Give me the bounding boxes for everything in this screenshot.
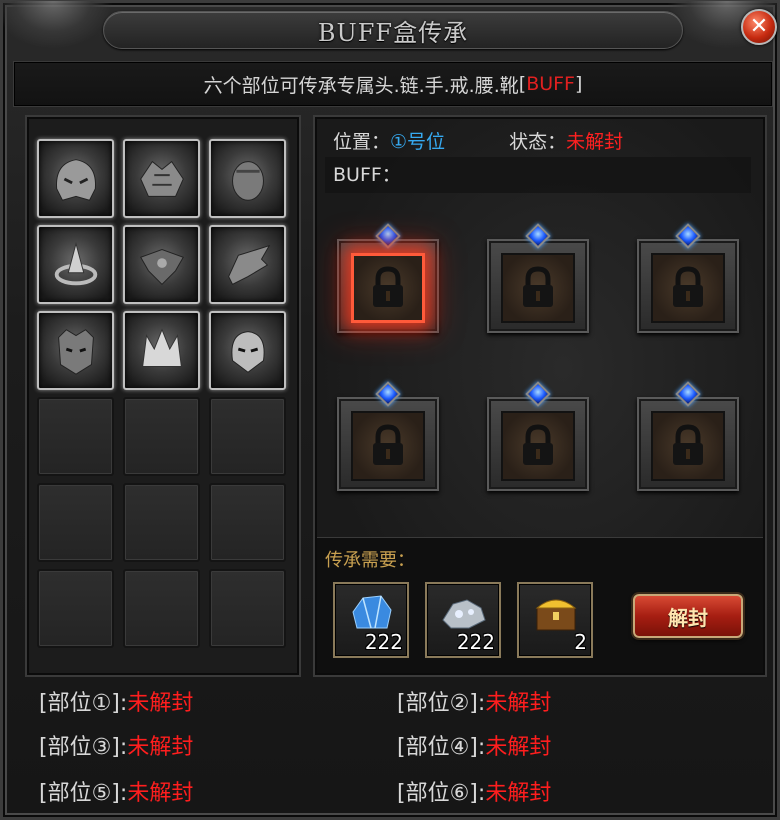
buff-row: BUFF：	[325, 157, 751, 193]
unlock-button[interactable]: 解封	[633, 594, 743, 638]
status-item-5: [部位⑤]:未解封	[39, 775, 193, 807]
status-label: [部位⑥]:	[397, 781, 486, 806]
detail-panel: 位置： ①号位 状态： 未解封 BUFF： 传承需要： 222 222 2 解封	[313, 115, 767, 677]
info-row: 位置： ①号位 状态： 未解封	[333, 123, 753, 157]
status-value: 未解封	[566, 130, 624, 153]
bracer-icon	[231, 160, 264, 201]
position-value: ①号位	[390, 130, 446, 153]
equip-slot-empty[interactable]	[209, 569, 286, 648]
status-value: 未解封	[127, 691, 194, 716]
banner-buff: BUFF	[526, 73, 575, 95]
description-banner: 六个部位可传承专属头.链.手.戒.腰.靴 [ BUFF ]	[13, 61, 773, 107]
mask-icon	[57, 328, 94, 375]
window-title: BUFF盒传承	[317, 18, 469, 47]
equip-slot-bracer[interactable]	[209, 139, 286, 218]
lock-slot-1[interactable]	[337, 223, 439, 333]
equip-slot-empty[interactable]	[209, 483, 286, 562]
ornament-left	[0, 1, 113, 49]
blue-crystal-icon	[352, 595, 392, 629]
status-item-4: [部位④]:未解封	[397, 729, 551, 761]
close-icon: ✕	[749, 14, 769, 39]
equip-slot-belt[interactable]	[123, 225, 200, 304]
lock-slot-2[interactable]	[487, 223, 589, 333]
banner-text: 六个部位可传承专属头.链.手.戒.腰.靴	[203, 74, 519, 97]
req-count: 222	[456, 630, 495, 654]
ring-icon	[54, 241, 97, 285]
status-label: [部位④]:	[397, 735, 486, 760]
lock-inner	[351, 253, 425, 323]
status-value: 未解封	[485, 691, 552, 716]
equipment-grid	[37, 139, 286, 648]
buff-label: BUFF：	[333, 164, 401, 186]
belt-icon	[139, 248, 184, 285]
req-count: 222	[364, 630, 403, 654]
lock-slot-5[interactable]	[487, 381, 589, 491]
close-button[interactable]: ✕	[741, 9, 777, 45]
banner-bracket-close: ]	[575, 73, 583, 95]
treasure-chest-icon	[535, 599, 577, 631]
buff-box-window: BUFF盒传承 ✕ 六个部位可传承专属头.链.手.戒.腰.靴 [ BUFF ]	[0, 0, 780, 820]
lock-inner	[651, 411, 725, 481]
equip-slot-helmet[interactable]	[37, 139, 114, 218]
lock-icon	[673, 266, 703, 307]
helmet-icon	[55, 158, 96, 201]
lock-inner	[351, 411, 425, 481]
silver-ore-icon	[442, 599, 486, 629]
status-label: [部位⑤]:	[39, 781, 128, 806]
status-value: 未解封	[485, 735, 552, 760]
status-item-2: [部位②]:未解封	[397, 685, 551, 717]
equip-slot-empty[interactable]	[37, 569, 114, 648]
status-value: 未解封	[485, 781, 552, 806]
banner-bracket-open: [	[518, 73, 527, 95]
title-bar: BUFF盒传承	[103, 11, 683, 49]
equip-slot-boots[interactable]	[209, 225, 286, 304]
equip-slot-crown[interactable]	[123, 311, 200, 390]
requirements-title: 传承需要：	[325, 550, 415, 571]
req-item-chest[interactable]: 2	[517, 582, 593, 658]
lock-inner	[501, 253, 575, 323]
status-value: 未解封	[127, 781, 194, 806]
status-label: [部位③]:	[39, 735, 128, 760]
lock-icon	[373, 424, 403, 465]
status-item-6: [部位⑥]:未解封	[397, 775, 551, 807]
status-label: [部位①]:	[39, 691, 128, 716]
slot-status-list: [部位①]:未解封 [部位②]:未解封 [部位③]:未解封 [部位④]:未解封 …	[39, 685, 759, 815]
lock-icon	[373, 266, 403, 307]
shoulder-armor-icon	[139, 160, 184, 197]
position-label: 位置：	[333, 130, 391, 153]
lock-icon	[673, 424, 703, 465]
equip-slot-empty[interactable]	[123, 483, 200, 562]
lock-inner	[651, 253, 725, 323]
equip-slot-empty[interactable]	[123, 397, 200, 476]
lock-inner	[501, 411, 575, 481]
status-label: 状态：	[509, 130, 567, 153]
lock-icon	[523, 424, 553, 465]
status-item-3: [部位③]:未解封	[39, 729, 193, 761]
lock-icon	[523, 266, 553, 307]
req-item-crystal[interactable]: 222	[333, 582, 409, 658]
crown-icon	[141, 327, 182, 367]
req-count: 2	[574, 630, 587, 654]
equipment-panel	[25, 115, 301, 677]
equip-slot-mask[interactable]	[37, 311, 114, 390]
equip-slot-empty[interactable]	[37, 483, 114, 562]
face-helm-icon	[230, 330, 265, 373]
equip-slot-empty[interactable]	[37, 397, 114, 476]
requirements-box: 传承需要： 222 222 2 解封	[317, 537, 763, 673]
equip-slot-empty[interactable]	[123, 569, 200, 648]
lock-slot-4[interactable]	[337, 381, 439, 491]
status-item-1: [部位①]:未解封	[39, 685, 193, 717]
status-value: 未解封	[127, 735, 194, 760]
lock-slot-3[interactable]	[637, 223, 739, 333]
req-item-ore[interactable]: 222	[425, 582, 501, 658]
lock-slot-6[interactable]	[637, 381, 739, 491]
equip-slot-empty[interactable]	[209, 397, 286, 476]
boots-icon	[227, 244, 270, 285]
equip-slot-ring[interactable]	[37, 225, 114, 304]
equip-slot-shoulder[interactable]	[123, 139, 200, 218]
equip-slot-face-helm[interactable]	[209, 311, 286, 390]
status-label: [部位②]:	[397, 691, 486, 716]
